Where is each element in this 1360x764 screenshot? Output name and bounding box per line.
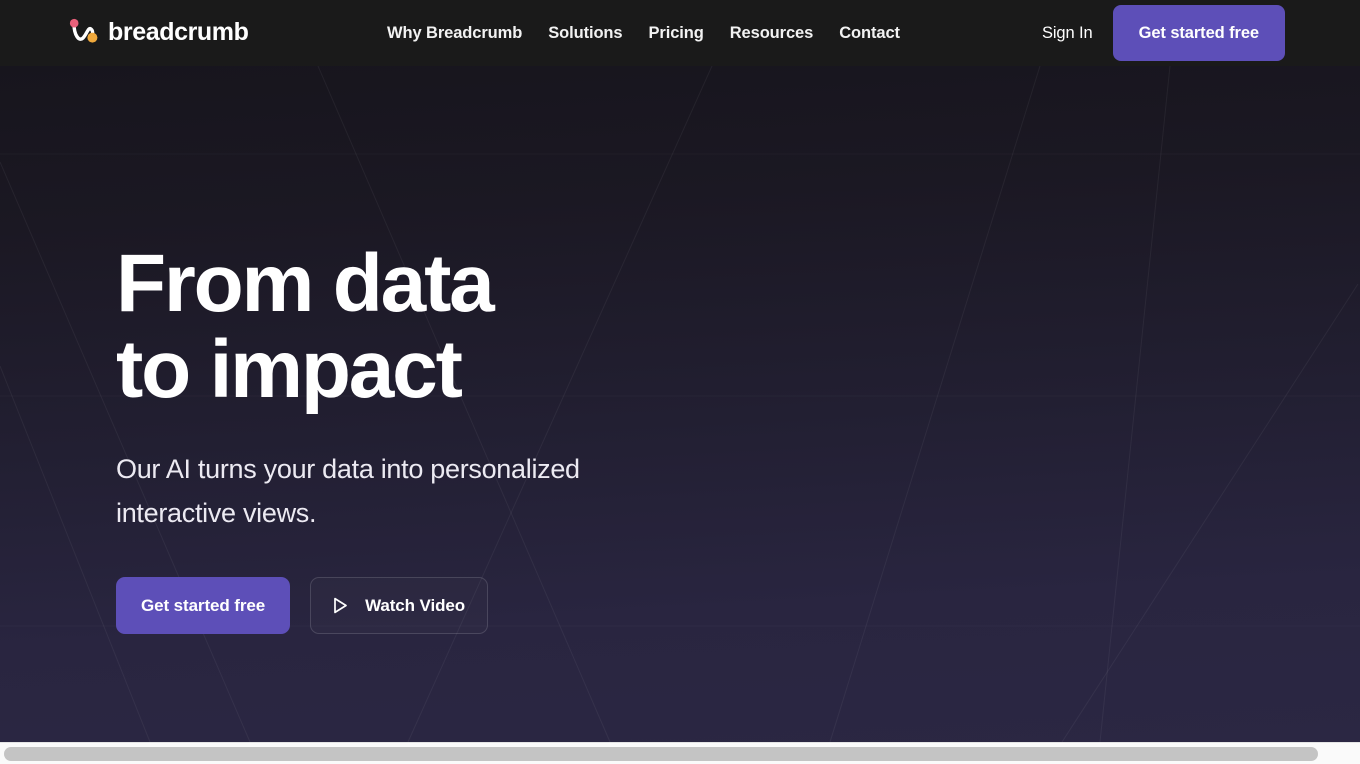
watch-video-button[interactable]: Watch Video bbox=[310, 577, 489, 634]
nav-item-why-breadcrumb[interactable]: Why Breadcrumb bbox=[387, 24, 522, 43]
watch-video-label: Watch Video bbox=[365, 595, 466, 615]
hero-headline: From data to impact bbox=[116, 238, 495, 415]
nav-item-solutions[interactable]: Solutions bbox=[548, 24, 622, 43]
nav-item-contact[interactable]: Contact bbox=[839, 24, 900, 43]
play-icon bbox=[333, 597, 348, 614]
hero-section: From data to impact Our AI turns your da… bbox=[0, 66, 1360, 742]
brand-name: breadcrumb bbox=[108, 18, 249, 46]
breadcrumb-wave-logo-icon bbox=[66, 17, 100, 47]
horizontal-scrollbar-track[interactable] bbox=[0, 742, 1360, 764]
brand-logo[interactable]: breadcrumb bbox=[66, 17, 249, 47]
horizontal-scrollbar-thumb[interactable] bbox=[4, 747, 1318, 761]
nav-item-pricing[interactable]: Pricing bbox=[648, 24, 703, 43]
nav-item-resources[interactable]: Resources bbox=[730, 24, 814, 43]
header-actions: Sign In Get started free bbox=[1042, 0, 1285, 66]
main-nav: Why Breadcrumb Solutions Pricing Resourc… bbox=[387, 0, 900, 66]
site-header: breadcrumb Why Breadcrumb Solutions Pric… bbox=[0, 0, 1360, 66]
sign-in-link[interactable]: Sign In bbox=[1042, 24, 1093, 43]
hero-subheadline: Our AI turns your data into personalized… bbox=[116, 454, 580, 528]
hero-get-started-button[interactable]: Get started free bbox=[116, 577, 291, 634]
page-root: breadcrumb Why Breadcrumb Solutions Pric… bbox=[0, 0, 1360, 764]
hero-cta-row: Get started free Watch Video bbox=[116, 577, 736, 634]
header-get-started-button[interactable]: Get started free bbox=[1112, 5, 1285, 61]
hero-content: From data to impact Our AI turns your da… bbox=[116, 241, 736, 634]
